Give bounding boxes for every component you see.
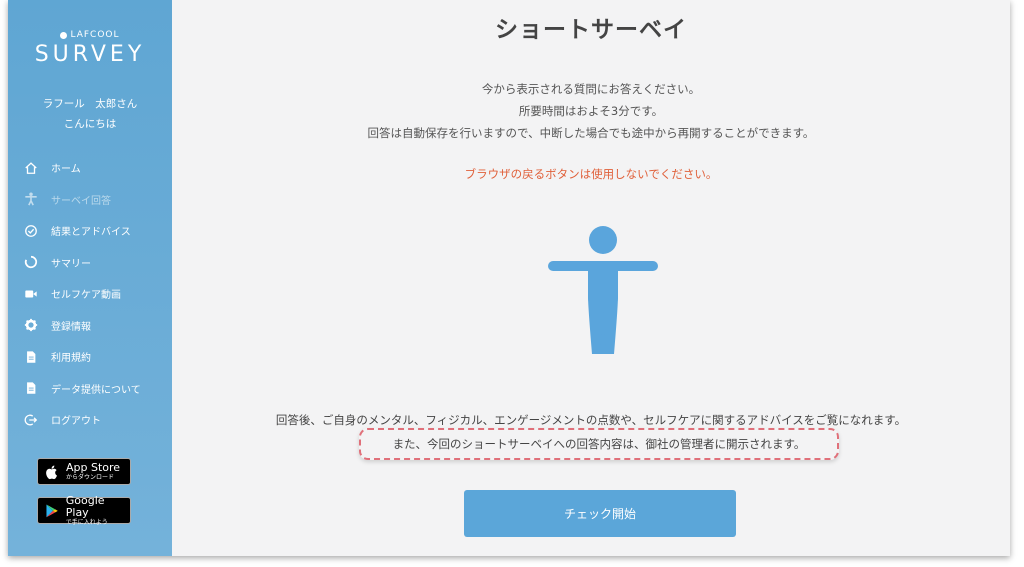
brand-dot-icon: [60, 31, 68, 39]
google-play-text: Google Play で手に入れよう: [66, 494, 130, 528]
disclosure-text: また、今回のショートサーベイへの回答内容は、御社の管理者に開示されます。: [392, 437, 806, 451]
app-store-title: App Store: [66, 460, 121, 474]
after-answer-text: 回答後、ご自身のメンタル、フィジカル、エンゲージメントの点数や、セルフケアに関す…: [275, 413, 907, 427]
document-icon: [23, 380, 39, 396]
sidebar-item-label: データ提供について: [51, 384, 141, 396]
video-icon: [23, 286, 39, 302]
logout-icon: [23, 412, 39, 428]
sidebar-item-results[interactable]: 結果とアドバイス: [8, 215, 172, 247]
greeting-text: こんにちは: [63, 118, 117, 130]
app-window: LAFCOOL SURVEY ラフール 太郎さん こんにちは ホーム サーベイ回…: [8, 0, 1010, 556]
warning-text: ブラウザの戻るボタンは使用しないでください。: [464, 167, 718, 181]
sidebar-nav: ホーム サーベイ回答 結果とアドバイス サマリー セルフケア動画 登録情報 利用…: [8, 152, 172, 436]
brand-title: SURVEY: [34, 42, 146, 67]
app-store-subtitle: からダウンロード: [66, 473, 115, 481]
document-icon: [23, 349, 39, 365]
sidebar: LAFCOOL SURVEY ラフール 太郎さん こんにちは ホーム サーベイ回…: [8, 0, 172, 556]
sidebar-item-label: ログアウト: [51, 416, 101, 428]
app-store-text: App Store からダウンロード: [66, 461, 120, 483]
gear-icon: [23, 317, 39, 333]
start-check-button[interactable]: チェック開始: [464, 490, 736, 537]
check-circle-icon: [23, 223, 39, 239]
sidebar-item-label: サーベイ回答: [51, 195, 111, 207]
brand-top-text: LAFCOOL: [70, 30, 120, 40]
sidebar-item-label: ホーム: [51, 164, 81, 176]
intro-line: 回答は自動保存を行いますので、中断した場合でも途中から再開することができます。: [367, 126, 815, 140]
apple-icon: [44, 464, 60, 480]
intro-text: 今から表示される質問にお答えください。 所要時間はおよそ3分です。 回答は自動保…: [172, 78, 1010, 144]
home-icon: [23, 160, 39, 176]
google-play-badge[interactable]: Google Play で手に入れよう: [37, 495, 131, 526]
sidebar-item-selfcare-video[interactable]: セルフケア動画: [8, 278, 172, 310]
sidebar-item-data-provision[interactable]: データ提供について: [8, 373, 172, 405]
brand-subtitle: LAFCOOL: [8, 30, 172, 40]
sidebar-item-label: セルフケア動画: [51, 290, 121, 302]
sidebar-item-label: 利用規約: [51, 353, 91, 365]
person-illustration: [548, 226, 658, 356]
loading-circle-icon: [23, 254, 39, 270]
sidebar-item-logout[interactable]: ログアウト: [8, 404, 172, 436]
google-play-subtitle: で手に入れよう: [65, 518, 108, 526]
sidebar-item-terms[interactable]: 利用規約: [8, 341, 172, 373]
main-content: ショートサーベイ 今から表示される質問にお答えください。 所要時間はおよそ3分で…: [172, 0, 1010, 556]
sidebar-item-summary[interactable]: サマリー: [8, 247, 172, 279]
intro-line: 今から表示される質問にお答えください。: [481, 82, 701, 96]
sidebar-item-registration[interactable]: 登録情報: [8, 310, 172, 342]
sidebar-item-label: サマリー: [51, 258, 91, 270]
disclosure-notice: また、今回のショートサーベイへの回答内容は、御社の管理者に開示されます。: [359, 428, 839, 460]
google-play-icon: [44, 503, 60, 519]
sidebar-item-label: 登録情報: [51, 321, 91, 333]
app-store-badge[interactable]: App Store からダウンロード: [37, 458, 131, 485]
google-play-title: Google Play: [65, 493, 105, 519]
user-greeting: ラフール 太郎さん こんにちは: [8, 94, 172, 134]
brand-logo[interactable]: LAFCOOL SURVEY: [8, 30, 172, 67]
sidebar-item-survey[interactable]: サーベイ回答: [8, 184, 172, 216]
page-title: ショートサーベイ: [495, 17, 687, 43]
user-name: ラフール 太郎さん: [42, 98, 138, 110]
person-icon: [23, 191, 39, 207]
sidebar-item-label: 結果とアドバイス: [51, 227, 131, 239]
intro-line: 所要時間はおよそ3分です。: [518, 104, 664, 118]
sidebar-item-home[interactable]: ホーム: [8, 152, 172, 184]
